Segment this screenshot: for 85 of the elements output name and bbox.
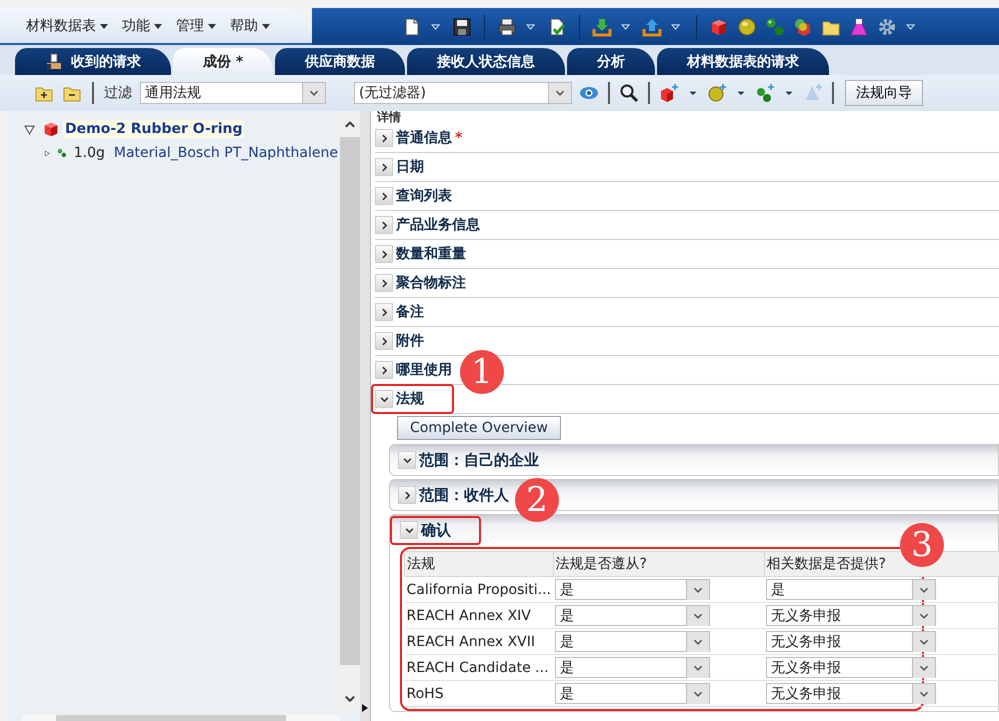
- section-title: 确认: [421, 520, 451, 540]
- section-title: 数量和重量: [396, 245, 466, 263]
- column-header: 法规: [404, 552, 554, 576]
- table-cell: California Propositi...: [404, 576, 554, 602]
- filter-dropdown[interactable]: 通用法规: [140, 82, 326, 104]
- caret-icon: [262, 22, 270, 30]
- column-header: 法规是否遵从?: [553, 552, 764, 576]
- section-title: 日期: [396, 158, 424, 176]
- sphere-icon[interactable]: [737, 16, 757, 36]
- filter-dropdown[interactable]: (无过滤器): [354, 82, 572, 104]
- expand-toggle[interactable]: [375, 187, 393, 205]
- menu-item[interactable]: 帮助: [226, 16, 274, 34]
- compliance-dropdown[interactable]: 是: [555, 683, 710, 704]
- data-provided-dropdown[interactable]: 无义务申报: [766, 683, 936, 704]
- expand-toggle[interactable]: [375, 216, 393, 234]
- save-icon[interactable]: [452, 16, 472, 36]
- expand-toggle[interactable]: [375, 303, 393, 321]
- tab[interactable]: 供应商数据: [275, 48, 406, 75]
- caret-icon: [208, 22, 216, 30]
- filter-label: 过滤: [104, 84, 132, 102]
- callout-badge: 1: [460, 350, 504, 394]
- quantity-text: 1.0g: [74, 145, 105, 161]
- section-title: 查询列表: [396, 187, 452, 205]
- flask-icon[interactable]: [849, 16, 869, 36]
- tree-item[interactable]: Material_Bosch PT_Naphthalene: [112, 144, 340, 162]
- data-provided-dropdown[interactable]: 无义务申报: [766, 657, 936, 678]
- caret-icon: [100, 22, 108, 30]
- add-sphere-icon[interactable]: [707, 83, 727, 103]
- expand-toggle[interactable]: [375, 332, 393, 350]
- cube-sphere-icon[interactable]: [793, 16, 813, 36]
- collapse-triangle-icon[interactable]: [24, 124, 35, 134]
- expand-toggle[interactable]: [375, 390, 393, 408]
- compliance-dropdown[interactable]: 是: [555, 631, 710, 652]
- add-molecule-icon[interactable]: [755, 83, 775, 103]
- section-title: 普通信息: [396, 129, 452, 147]
- add-cube-icon[interactable]: [659, 83, 679, 103]
- section-title: 备注: [396, 303, 424, 321]
- download-icon[interactable]: [592, 16, 612, 36]
- section-title: 聚合物标注: [396, 274, 466, 292]
- table-cell: REACH Annex XIV: [404, 602, 554, 628]
- molecule-icon[interactable]: [765, 16, 785, 36]
- wizard-button[interactable]: 法规向导: [845, 80, 923, 106]
- expand-toggle[interactable]: [398, 486, 416, 504]
- search-icon[interactable]: [619, 83, 639, 103]
- expand-toggle[interactable]: [375, 274, 393, 292]
- tab[interactable]: 成份 *: [173, 48, 274, 75]
- tab[interactable]: 材料数据表的请求: [657, 48, 830, 75]
- tab[interactable]: 接收人状态信息: [407, 48, 566, 75]
- data-provided-dropdown[interactable]: 是: [766, 579, 936, 600]
- tree-item[interactable]: Demo-2 Rubber O-ring: [63, 120, 244, 138]
- caret-icon: [154, 22, 162, 30]
- section-title: 范围：收件人: [419, 486, 509, 504]
- printer-icon[interactable]: [497, 16, 517, 36]
- table-cell: REACH Candidate ...: [404, 654, 554, 680]
- table-cell: RoHS: [404, 680, 554, 706]
- expand-toggle[interactable]: [375, 245, 393, 263]
- compliance-dropdown[interactable]: 是: [555, 579, 710, 600]
- callout-badge: 2: [515, 478, 559, 522]
- expand-toggle[interactable]: [398, 451, 416, 469]
- scrollbar[interactable]: [340, 111, 360, 711]
- cube-icon: [42, 120, 60, 138]
- section-title: 哪里使用: [396, 361, 452, 379]
- tab[interactable]: 收到的请求: [15, 48, 171, 75]
- menu-item[interactable]: 管理: [172, 16, 220, 34]
- table-cell: REACH Annex XVII: [404, 628, 554, 654]
- compliance-dropdown[interactable]: 是: [555, 605, 710, 626]
- tab[interactable]: 分析: [567, 48, 656, 75]
- settings-icon[interactable]: [877, 16, 897, 36]
- section-title: 产品业务信息: [396, 216, 480, 234]
- menu-item[interactable]: 功能: [118, 16, 166, 34]
- section-title: 法规: [396, 390, 424, 408]
- section-title: 范围：自己的企业: [419, 450, 539, 470]
- data-provided-dropdown[interactable]: 无义务申报: [766, 631, 936, 652]
- data-provided-dropdown[interactable]: 无义务申报: [766, 605, 936, 626]
- upload-icon[interactable]: [642, 16, 662, 36]
- expand-toggle[interactable]: [375, 129, 393, 147]
- compliance-dropdown[interactable]: 是: [555, 657, 710, 678]
- expand-toggle[interactable]: [400, 521, 418, 539]
- section-title: 附件: [396, 332, 424, 350]
- expand-toggle[interactable]: [375, 158, 393, 176]
- required-mark: *: [455, 130, 462, 146]
- expand-arrow-icon[interactable]: [362, 703, 368, 713]
- overview-button[interactable]: Complete Overview: [397, 416, 561, 440]
- menu-item[interactable]: 材料数据表: [22, 16, 112, 34]
- expand-toggle[interactable]: [375, 361, 393, 379]
